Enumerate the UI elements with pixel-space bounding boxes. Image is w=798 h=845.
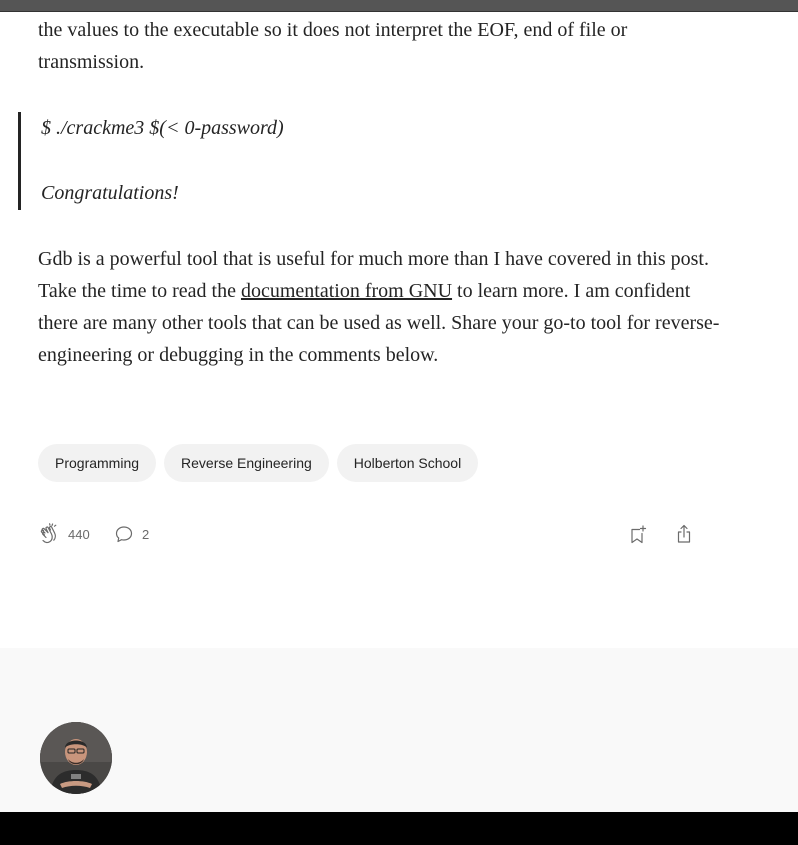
article-paragraph-final: Gdb is a powerful tool that is useful fo…: [38, 243, 728, 371]
share-icon[interactable]: [672, 522, 696, 546]
tag-holberton-school[interactable]: Holberton School: [336, 444, 479, 482]
bookmark-add-icon[interactable]: [625, 522, 649, 546]
article-paragraph: the values to the executable so it does …: [38, 19, 628, 73]
bookmark-button[interactable]: [625, 520, 649, 548]
clap-icon[interactable]: [38, 522, 62, 546]
article-actions: 440 2: [38, 520, 698, 550]
share-button[interactable]: [672, 520, 696, 548]
blockquote: $ ./crackme3 $(< 0-password) Congratulat…: [18, 112, 721, 210]
tag-reverse-engineering[interactable]: Reverse Engineering: [164, 444, 329, 482]
response-icon[interactable]: [112, 522, 136, 546]
gnu-documentation-link[interactable]: documentation from GNU: [241, 280, 452, 302]
author-avatar[interactable]: [40, 722, 112, 794]
clap-count: 440: [68, 526, 90, 542]
responses-button[interactable]: 2: [112, 520, 149, 548]
tag-list: Programming Reverse Engineering Holberto…: [38, 444, 479, 482]
quote-output: Congratulations!: [41, 182, 179, 204]
top-navigation-bar: [0, 0, 798, 12]
quote-command: $ ./crackme3 $(< 0-password): [41, 117, 284, 139]
tag-programming[interactable]: Programming: [38, 444, 157, 482]
author-footer: [0, 648, 798, 812]
clap-button[interactable]: 440: [38, 520, 90, 548]
bottom-bar: [0, 812, 798, 845]
response-count: 2: [142, 526, 150, 542]
